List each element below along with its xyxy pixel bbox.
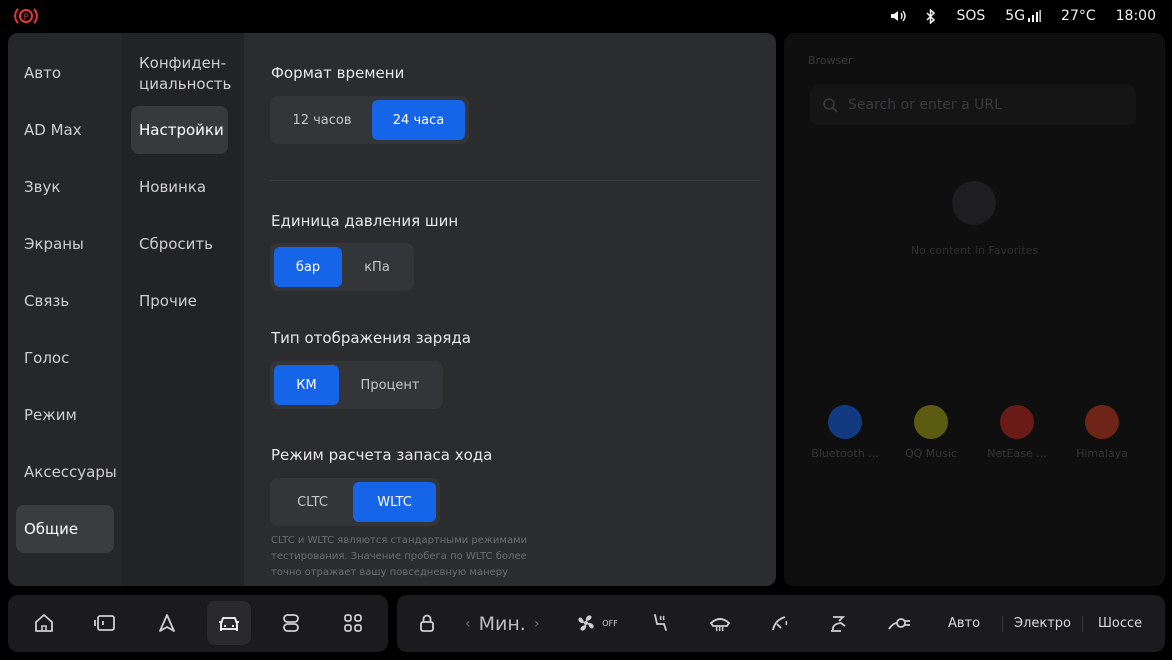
status-bar: P SOS 5G 27°C 18:00 bbox=[0, 0, 1172, 32]
charge-display-km-button[interactable]: КМ bbox=[274, 365, 339, 405]
clock: 18:00 bbox=[1115, 8, 1156, 24]
navigation-icon[interactable] bbox=[145, 601, 189, 645]
fan-off-label: OFF bbox=[602, 618, 618, 628]
netease-app-icon bbox=[1000, 405, 1034, 439]
dock-climate: ‹ Мин. › OFF Авто Электро Шоссе bbox=[397, 595, 1165, 652]
nav-item-settings[interactable]: Настройки bbox=[131, 106, 228, 154]
tire-pressure-bar-button[interactable]: бар bbox=[274, 247, 342, 287]
sos-label[interactable]: SOS bbox=[956, 8, 985, 24]
chevron-left-icon[interactable]: ‹ bbox=[465, 616, 471, 632]
time-format-segmented: 12 часов 24 часа bbox=[270, 96, 469, 144]
network-label: 5G bbox=[1005, 8, 1026, 24]
browser-panel[interactable]: Browser Search or enter a URL No content… bbox=[784, 33, 1165, 586]
controls-icon[interactable] bbox=[269, 601, 313, 645]
front-defrost-icon[interactable] bbox=[698, 601, 742, 645]
app-netease[interactable]: NetEase ... bbox=[976, 405, 1058, 460]
nav-item-privacy[interactable]: Конфиден- циальность bbox=[131, 51, 231, 97]
seat-heat-icon[interactable] bbox=[637, 601, 681, 645]
settings-content: Формат времени 12 часов 24 часа Единица … bbox=[244, 33, 776, 586]
primary-nav: Авто AD Max Звук Экраны Связь Голос Режи… bbox=[8, 33, 122, 586]
mode-separator bbox=[1002, 616, 1003, 632]
time-format-24h-button[interactable]: 24 часа bbox=[371, 100, 465, 140]
fan-icon bbox=[578, 615, 594, 631]
range-mode-wltc-button[interactable]: WLTC bbox=[353, 482, 436, 522]
fan-speed-control[interactable]: ‹ Мин. › bbox=[465, 595, 539, 652]
vehicle-icon[interactable] bbox=[207, 601, 251, 645]
time-format-12h-button[interactable]: 12 часов bbox=[274, 100, 370, 140]
divider bbox=[270, 180, 760, 181]
charge-display-title: Тип отображения заряда bbox=[271, 329, 471, 347]
charge-display-segmented: КМ Процент bbox=[270, 361, 443, 409]
browser-search-input[interactable]: Search or enter a URL bbox=[810, 85, 1136, 125]
app-bluetooth[interactable]: Bluetooth ... bbox=[804, 405, 886, 460]
chevron-right-icon[interactable]: › bbox=[534, 616, 540, 632]
nav-item-screens[interactable]: Экраны bbox=[16, 220, 114, 268]
fan-speed-value: Мин. bbox=[478, 612, 526, 635]
nav-item-ad-max[interactable]: AD Max bbox=[16, 106, 114, 154]
lock-icon[interactable] bbox=[405, 601, 449, 645]
tire-pressure-title: Единица давления шин bbox=[271, 212, 459, 230]
charging-port-icon[interactable] bbox=[877, 601, 921, 645]
search-icon bbox=[823, 98, 838, 113]
app-label: Himalaya bbox=[1076, 447, 1128, 460]
drive-mode-highway[interactable]: Шоссе bbox=[1098, 595, 1142, 652]
volume-icon[interactable] bbox=[890, 9, 907, 23]
parking-brake-icon: P bbox=[14, 8, 38, 24]
app-label: NetEase ... bbox=[987, 447, 1047, 460]
dock-navigation bbox=[8, 595, 388, 652]
himalaya-app-icon bbox=[1085, 405, 1119, 439]
range-mode-segmented: CLTC WLTC bbox=[270, 478, 440, 526]
nav-item-general[interactable]: Общие bbox=[16, 505, 114, 553]
nav-item-reset[interactable]: Сбросить bbox=[131, 220, 228, 268]
tire-pressure-kpa-button[interactable]: кПа bbox=[344, 247, 410, 287]
bluetooth-icon[interactable] bbox=[926, 8, 936, 24]
settings-panel: Авто AD Max Звук Экраны Связь Голос Режи… bbox=[8, 33, 776, 586]
mode-separator bbox=[1082, 616, 1083, 632]
app-qq-music[interactable]: QQ Music bbox=[890, 405, 972, 460]
app-himalaya[interactable]: Himalaya bbox=[1061, 405, 1143, 460]
fan-off-button[interactable]: OFF bbox=[569, 601, 623, 645]
browser-search-placeholder: Search or enter a URL bbox=[848, 97, 1002, 113]
nav-item-mode[interactable]: Режим bbox=[16, 391, 114, 439]
nav-item-accessories[interactable]: Аксессуары bbox=[16, 448, 117, 496]
app-label: Bluetooth ... bbox=[811, 447, 879, 460]
media-icon[interactable] bbox=[83, 601, 127, 645]
bluetooth-app-icon bbox=[828, 405, 862, 439]
temperature: 27°C bbox=[1061, 8, 1096, 24]
time-format-title: Формат времени bbox=[271, 64, 405, 82]
signal-icon bbox=[1028, 10, 1041, 22]
network-indicator: 5G bbox=[1005, 8, 1041, 24]
nav-item-sound[interactable]: Звук bbox=[16, 163, 114, 211]
tire-pressure-segmented: бар кПа bbox=[270, 243, 414, 291]
browser-empty-text: No content in Favorites bbox=[910, 244, 1039, 257]
charge-display-percent-button[interactable]: Процент bbox=[341, 365, 439, 405]
nav-item-auto[interactable]: Авто bbox=[16, 49, 114, 97]
secondary-nav: Конфиден- циальность Настройки Новинка С… bbox=[122, 33, 244, 586]
nav-item-other[interactable]: Прочие bbox=[131, 277, 228, 325]
drive-mode-electric[interactable]: Электро bbox=[1014, 595, 1071, 652]
apps-grid-icon[interactable] bbox=[331, 601, 375, 645]
svg-text:P: P bbox=[24, 13, 29, 22]
range-mode-title: Режим расчета запаса хода bbox=[271, 446, 493, 464]
nav-item-new[interactable]: Новинка bbox=[131, 163, 228, 211]
range-mode-note: CLTC и WLTC являются стандартными режима… bbox=[271, 535, 528, 578]
nav-item-voice[interactable]: Голос bbox=[16, 334, 114, 382]
home-icon[interactable] bbox=[22, 601, 66, 645]
range-mode-cltc-button[interactable]: CLTC bbox=[274, 482, 351, 522]
nav-item-connection[interactable]: Связь bbox=[16, 277, 114, 325]
steering-heat-icon[interactable] bbox=[758, 601, 802, 645]
qq-music-app-icon bbox=[914, 405, 948, 439]
mirror-adjust-icon[interactable] bbox=[817, 601, 861, 645]
app-label: QQ Music bbox=[904, 447, 958, 460]
browser-title: Browser bbox=[808, 54, 853, 67]
drive-mode-auto[interactable]: Авто bbox=[948, 595, 980, 652]
empty-favorites-icon bbox=[952, 181, 996, 225]
